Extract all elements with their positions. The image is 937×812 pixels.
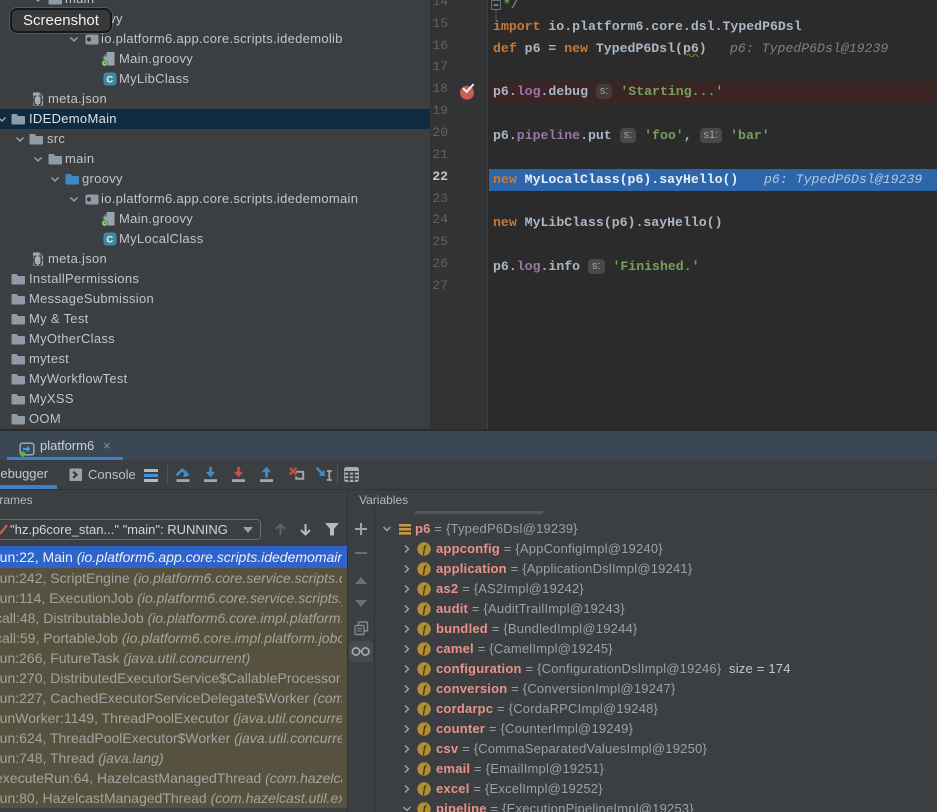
svg-text:C: C	[106, 75, 113, 86]
svg-text:{}: {}	[31, 255, 44, 267]
svg-text:{}: {}	[31, 95, 44, 107]
svg-text:C: C	[106, 235, 113, 246]
